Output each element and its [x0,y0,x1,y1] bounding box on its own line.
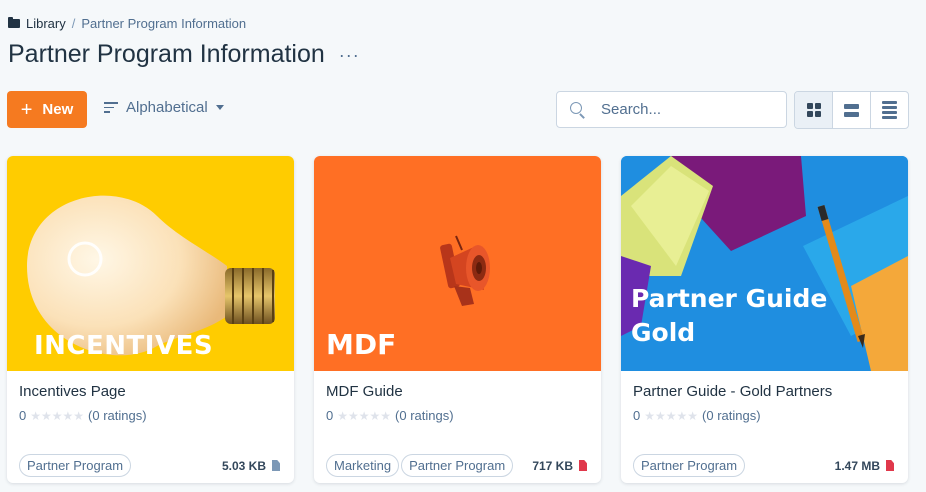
rating-count: (0 ratings) [88,408,147,423]
plus-icon: + [20,98,33,121]
breadcrumb-library-link[interactable]: Library [26,16,66,31]
breadcrumb-current: Partner Program Information [81,16,247,31]
tag[interactable]: Marketing [326,454,400,477]
card-title[interactable]: Incentives Page [19,383,126,400]
more-options-icon[interactable]: ··· [339,46,360,64]
tag[interactable]: Partner Program [401,454,514,477]
thumbnail-text: MDF [326,328,397,361]
search-input[interactable] [601,101,771,118]
page-title: Partner Program Information [8,40,325,68]
file-size: 5.03 KB [222,459,280,473]
star-rating-icon: ★★★★★ [337,408,392,423]
card-thumbnail: MDF [314,156,601,371]
folder-icon [8,17,20,28]
sort-label: Alphabetical [126,99,208,116]
thumbnail-text: INCENTIVES [34,331,214,361]
rating: 0 ★★★★★ (0 ratings) [19,408,147,423]
document-icon [272,460,280,471]
tag-list: Marketing Partner Program [326,454,532,477]
tag[interactable]: Partner Program [19,454,132,477]
list-view-button[interactable] [871,92,908,128]
tag[interactable]: Partner Program [633,454,746,477]
card-grid: INCENTIVES Incentives Page 0 ★★★★★ (0 ra… [7,156,908,483]
pdf-file-icon [886,460,894,471]
card-footer: Partner Program 5.03 KB [19,454,280,477]
file-size-value: 1.47 MB [834,458,880,473]
rating-value: 0 [326,408,334,423]
thumbnail-text: Gold [631,318,696,347]
rating-value: 0 [633,408,641,423]
rating-value: 0 [19,408,27,423]
card-footer: Marketing Partner Program 717 KB [326,454,587,477]
pdf-file-icon [579,460,587,471]
tag-list: Partner Program [19,454,222,477]
grid-icon [806,103,821,117]
rating-count: (0 ratings) [395,408,454,423]
file-size-value: 717 KB [532,458,573,473]
asset-card[interactable]: Partner Guide Gold Partner Guide - Gold … [621,156,908,483]
view-toggle [794,91,909,129]
sort-icon [104,102,118,113]
breadcrumb-separator: / [71,16,76,31]
rows-icon [844,103,859,117]
file-size: 1.47 MB [835,459,894,473]
new-button-label: New [42,101,74,118]
asset-card[interactable]: INCENTIVES Incentives Page 0 ★★★★★ (0 ra… [7,156,294,483]
rating-count: (0 ratings) [702,408,761,423]
card-thumbnail: INCENTIVES [7,156,294,371]
new-button[interactable]: + New [7,91,87,128]
file-size: 717 KB [532,459,587,473]
search-icon [569,101,587,119]
rating: 0 ★★★★★ (0 ratings) [633,408,761,423]
sort-dropdown[interactable]: Alphabetical [104,99,224,116]
file-size-value: 5.03 KB [221,458,266,473]
breadcrumb: Library / Partner Program Information [8,16,246,31]
star-rating-icon: ★★★★★ [30,408,85,423]
grid-view-button[interactable] [795,92,833,128]
thumbnail-text: Partner Guide [631,284,828,313]
search-box [556,91,787,128]
rating: 0 ★★★★★ (0 ratings) [326,408,454,423]
card-title[interactable]: MDF Guide [326,383,403,400]
star-rating-icon: ★★★★★ [644,408,699,423]
card-title[interactable]: Partner Guide - Gold Partners [633,383,832,400]
rows-view-button[interactable] [833,92,871,128]
asset-card[interactable]: MDF MDF Guide 0 ★★★★★ (0 ratings) Market… [314,156,601,483]
page-header: Partner Program Information ··· [8,40,360,69]
list-icon [882,101,897,119]
chevron-down-icon [215,105,224,110]
tag-list: Partner Program [633,454,835,477]
card-thumbnail: Partner Guide Gold [621,156,908,371]
card-footer: Partner Program 1.47 MB [633,454,894,477]
